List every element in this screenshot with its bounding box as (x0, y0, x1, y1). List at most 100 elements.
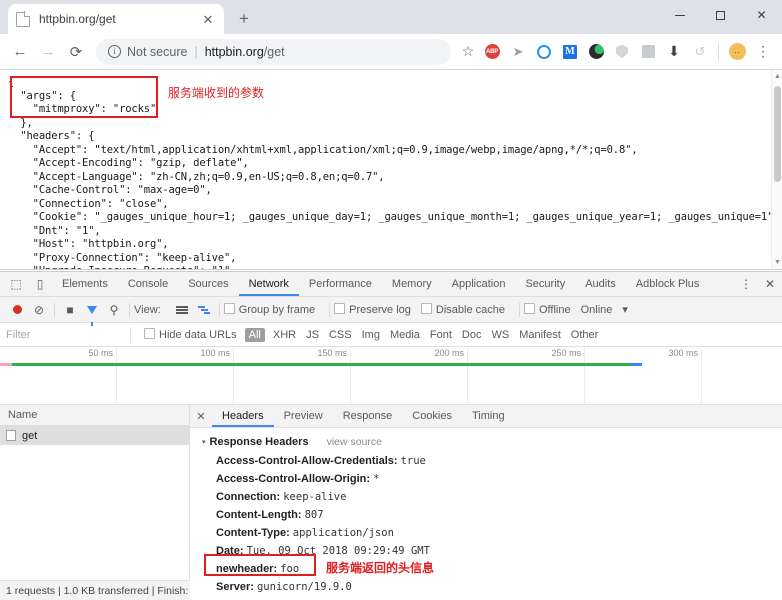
tab-headers[interactable]: Headers (212, 405, 274, 427)
url-path: /get (263, 44, 285, 59)
capture-screenshots-icon[interactable]: ■ (59, 299, 81, 321)
throttling-select[interactable]: Online (581, 304, 613, 316)
inspect-element-icon[interactable]: ⬚ (4, 272, 28, 296)
filter-type-img[interactable]: Img (357, 329, 385, 341)
filter-type-font[interactable]: Font (425, 329, 457, 341)
preserve-log-checkbox[interactable]: Preserve log (334, 303, 411, 316)
history-icon[interactable]: ↺ (689, 41, 711, 63)
clear-button[interactable]: ⊘ (28, 299, 50, 321)
filter-type-css[interactable]: CSS (324, 329, 357, 341)
reload-icon[interactable]: ⟳ (62, 38, 90, 66)
list-glyph (175, 305, 188, 315)
response-headers-section[interactable]: ▾ Response Headers view source (190, 434, 782, 452)
maximize-button[interactable] (700, 0, 741, 30)
filter-type-manifest[interactable]: Manifest (514, 329, 566, 341)
filter-type-xhr[interactable]: XHR (268, 329, 301, 341)
filter-type-js[interactable]: JS (301, 329, 324, 341)
tab-response[interactable]: Response (333, 405, 403, 427)
filter-type-other[interactable]: Other (566, 329, 604, 341)
new-tab-button[interactable]: + (230, 5, 258, 33)
chevron-down-icon[interactable]: ▾ (622, 303, 628, 316)
offline-checkbox[interactable]: Offline (523, 303, 571, 316)
tab-cookies[interactable]: Cookies (402, 405, 462, 427)
scroll-down-icon[interactable]: ▼ (772, 256, 782, 269)
tab-adblock-plus[interactable]: Adblock Plus (626, 272, 710, 296)
network-status-bar: 1 requests | 1.0 KB transferred | Finish… (0, 580, 190, 600)
filter-type-all[interactable]: All (244, 327, 265, 342)
minimize-button[interactable] (659, 0, 700, 30)
search-icon[interactable]: ⚲ (103, 299, 125, 321)
disable-cache-checkbox[interactable]: Disable cache (420, 303, 505, 316)
avatar-face-icon: ·· (728, 43, 746, 60)
request-name: get (22, 429, 38, 442)
filter-type-ws[interactable]: WS (486, 329, 514, 341)
network-overview-timeline[interactable]: 50 ms 100 ms 150 ms 200 ms 250 ms 300 ms (0, 347, 782, 405)
tab-console[interactable]: Console (118, 272, 178, 296)
filter-icon[interactable] (81, 299, 103, 326)
tab-elements[interactable]: Elements (52, 272, 118, 296)
checkbox[interactable] (223, 303, 235, 314)
tab-sources[interactable]: Sources (178, 272, 238, 296)
timeline-bar-download (12, 363, 638, 366)
close-details-icon[interactable]: ✕ (190, 410, 212, 423)
waterfall-view-icon[interactable] (193, 299, 215, 321)
tab-audits[interactable]: Audits (575, 272, 626, 296)
bookmark-star-icon[interactable]: ☆ (457, 43, 479, 60)
close-window-button[interactable]: ✕ (741, 0, 782, 30)
header-key: Server: (216, 581, 254, 593)
devtools-more-icon[interactable]: ⋮ (734, 272, 758, 296)
devtools-close-icon[interactable]: ✕ (758, 272, 782, 296)
dark-glyph (588, 44, 604, 59)
tab-application[interactable]: Application (442, 272, 516, 296)
chrome-menu-button[interactable]: ⋮ (752, 41, 774, 63)
circle-extension-icon[interactable] (533, 41, 555, 63)
browser-tab[interactable]: httpbin.org/get ✕ (8, 4, 224, 34)
filter-type-media[interactable]: Media (385, 329, 425, 341)
tab-preview[interactable]: Preview (274, 405, 333, 427)
tab-network[interactable]: Network (238, 272, 299, 296)
m-extension-icon[interactable]: M (559, 41, 581, 63)
tab-memory[interactable]: Memory (382, 272, 442, 296)
cursor-glyph: ➤ (512, 43, 524, 59)
shield-extension-icon[interactable] (611, 41, 633, 63)
scroll-up-icon[interactable]: ▲ (772, 70, 782, 83)
header-key: Content-Length: (216, 509, 302, 521)
download-icon[interactable]: ⬇ (663, 41, 685, 63)
list-view-icon[interactable] (171, 299, 193, 321)
info-icon[interactable]: i (108, 45, 121, 58)
filter-type-doc[interactable]: Doc (457, 329, 487, 341)
shield-glyph (616, 44, 628, 59)
checkbox[interactable] (523, 303, 535, 314)
address-bar[interactable]: i Not secure | httpbin.org/get (96, 38, 451, 65)
group-by-frame-checkbox[interactable]: Group by frame (223, 303, 315, 316)
forward-icon[interactable]: → (34, 38, 62, 66)
chart-extension-icon[interactable] (637, 41, 659, 63)
history-glyph: ↺ (694, 43, 706, 59)
dark-extension-icon[interactable] (585, 41, 607, 63)
offline-label: Offline (538, 304, 571, 316)
hide-data-urls-checkbox[interactable]: Hide data URLs (139, 328, 242, 341)
header-row: Server: gunicorn/19.9.0 (190, 578, 782, 596)
scrollbar-thumb[interactable] (774, 86, 781, 182)
tab-timing[interactable]: Timing (462, 405, 515, 427)
record-button[interactable] (6, 299, 28, 321)
page-scrollbar[interactable]: ▲ ▼ (771, 70, 782, 269)
close-icon[interactable]: ✕ (200, 11, 216, 27)
filter-input[interactable]: Filter (0, 329, 130, 341)
json-response-body: { "args": { "mitmproxy": "rocks" }, "hea… (8, 76, 780, 269)
chevron-down-icon[interactable]: ▾ (202, 438, 206, 446)
omnibox-separator: | (194, 44, 198, 59)
view-source-link[interactable]: view source (327, 436, 382, 448)
checkbox[interactable] (420, 303, 432, 314)
cursor-extension-icon[interactable]: ➤ (507, 41, 529, 63)
abp-extension-icon[interactable]: ABP (481, 41, 503, 63)
tab-performance[interactable]: Performance (299, 272, 382, 296)
checkbox[interactable] (334, 303, 346, 314)
avatar[interactable]: ·· (726, 41, 748, 63)
back-icon[interactable]: ← (6, 38, 34, 66)
abp-badge: ABP (484, 44, 500, 59)
device-toolbar-icon[interactable]: ▯ (28, 272, 52, 296)
tab-security[interactable]: Security (515, 272, 575, 296)
table-row[interactable]: get (0, 426, 189, 445)
checkbox[interactable] (144, 328, 155, 339)
